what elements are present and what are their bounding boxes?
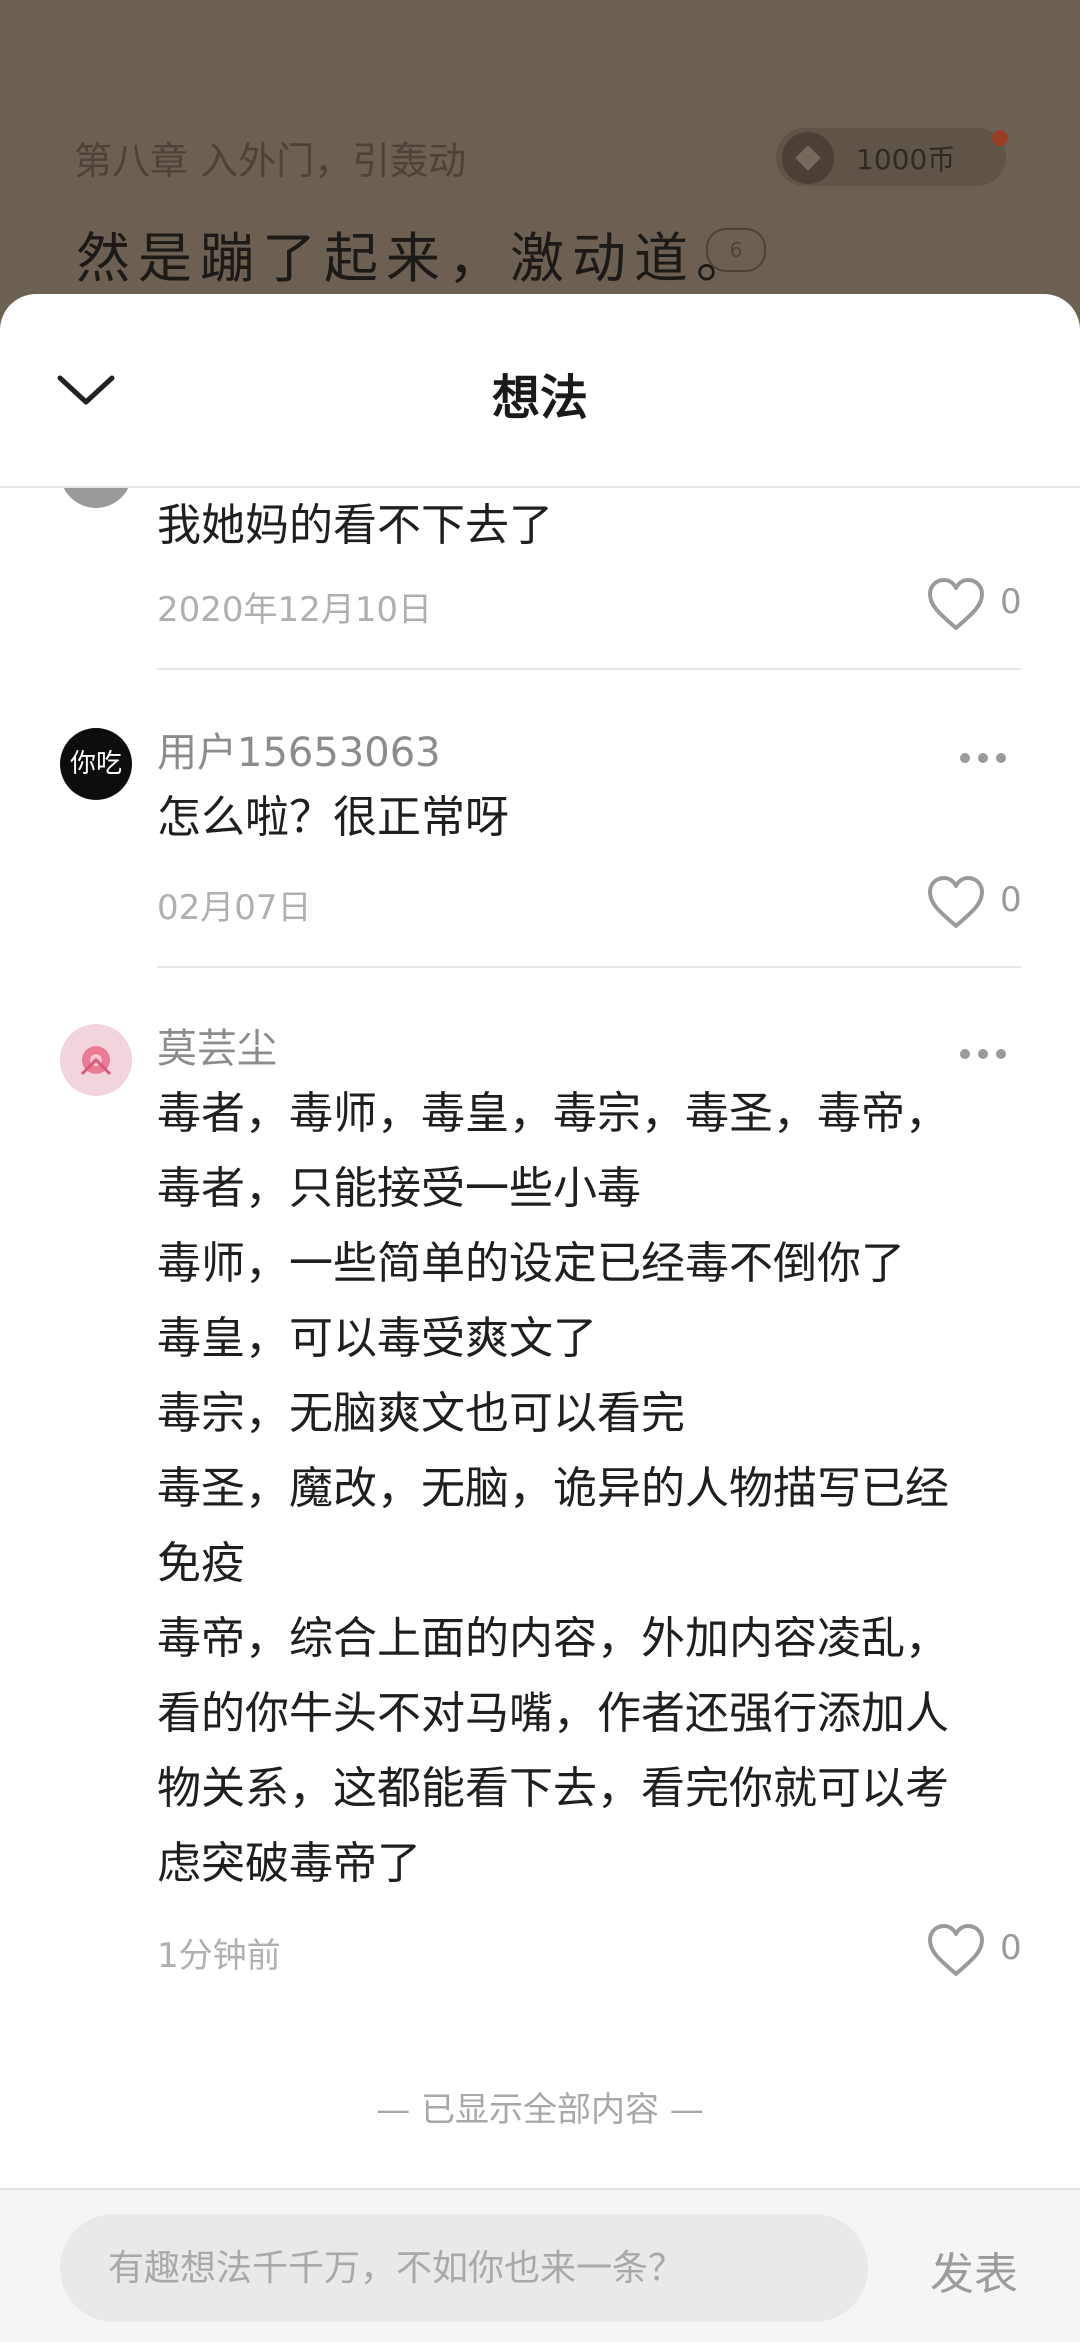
like-button[interactable] (926, 874, 986, 930)
comment-list[interactable]: 我她妈的看不下去了 2020年12月10日 0 你吃 用户15653063 怎么… (0, 488, 1080, 2168)
more-options-button[interactable] (958, 750, 1008, 764)
comment-composer: 发表 (0, 2188, 1080, 2342)
sheet-title: 想法 (491, 370, 588, 426)
divider (157, 668, 1021, 670)
comment-date: 1分钟前 (157, 1936, 281, 1976)
like-count: 0 (1000, 1928, 1022, 1968)
end-of-list-note: — 已显示全部内容 — (376, 2090, 704, 2130)
comment-line: 虑突破毒帝了 (157, 1838, 421, 1889)
like-count: 0 (1000, 582, 1022, 622)
thoughts-sheet: 想法 我她妈的看不下去了 2020年12月10日 0 你吃 用户15653063… (0, 294, 1080, 2340)
comment-date: 02月07日 (157, 888, 312, 928)
comment-line: 毒圣，魔改，无脑，诡异的人物描写已经 (157, 1463, 949, 1514)
comment-line: 毒宗，无脑爽文也可以看完 (157, 1388, 685, 1439)
sheet-header: 想法 (0, 294, 1080, 488)
coin-balance: 1000币 (856, 143, 956, 176)
ellipsis-icon (960, 753, 1006, 763)
comment-content: 毒者，毒师，毒皇，毒宗，毒圣，毒帝， 毒者，只能接受一些小毒 毒师，一些简单的设… (157, 1076, 1037, 1901)
comment-date: 2020年12月10日 (157, 590, 433, 630)
comment-line: 毒者，毒师，毒皇，毒宗，毒圣，毒帝， (157, 1088, 949, 1139)
comment-line: 免疫 (157, 1538, 245, 1589)
reader-text-line: 然是蹦了起来，激动道。 (76, 227, 758, 290)
chapter-title: 第八章 入外门，引轰动 (74, 139, 467, 183)
comment-line: 毒帝，综合上面的内容，外加内容凌乱， (157, 1613, 949, 1664)
comment-input[interactable] (60, 2214, 868, 2322)
avatar[interactable] (60, 488, 132, 508)
avatar[interactable]: 你吃 (60, 728, 132, 800)
like-count: 0 (1000, 880, 1022, 920)
comment-username[interactable]: 莫芸尘 (157, 1016, 277, 1074)
comment-line: 毒师，一些简单的设定已经毒不倒你了 (157, 1238, 905, 1289)
comment-line: 毒者，只能接受一些小毒 (157, 1163, 641, 1214)
heart-icon (928, 578, 984, 630)
heart-icon (928, 876, 984, 928)
heart-icon (928, 1924, 984, 1976)
ellipsis-icon (960, 1049, 1006, 1059)
post-button[interactable]: 发表 (930, 2238, 1018, 2302)
like-button[interactable] (926, 1922, 986, 1978)
coin-icon (782, 132, 834, 184)
more-options-button[interactable] (958, 1046, 1008, 1060)
like-button[interactable] (926, 576, 986, 632)
avatar[interactable] (60, 1024, 132, 1096)
comment-content: 我她妈的看不下去了 (157, 500, 553, 551)
notification-dot (992, 130, 1008, 146)
comment-content: 怎么啦？很正常呀 (157, 792, 509, 843)
comment-line: 物关系，这都能看下去，看完你就可以考 (157, 1763, 949, 1814)
flower-icon (80, 1046, 112, 1076)
paragraph-comment-count[interactable]: 6 (706, 228, 766, 272)
comment-username[interactable]: 用户15653063 (157, 720, 441, 778)
divider (157, 966, 1021, 968)
comment-line: 看的你牛头不对马嘴，作者还强行添加人 (157, 1688, 949, 1739)
comment-line: 毒皇，可以毒受爽文了 (157, 1313, 597, 1364)
